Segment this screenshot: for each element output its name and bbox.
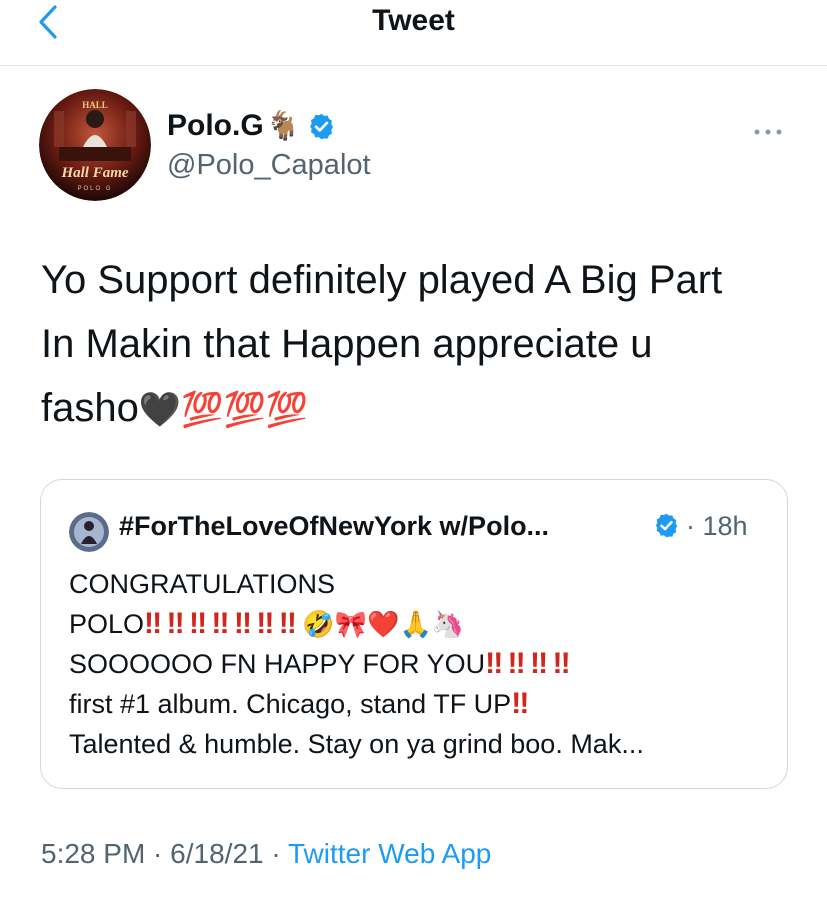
exclamation-emoji: ‼ ‼ ‼ ‼ ‼ ‼ ‼ <box>144 607 297 640</box>
svg-text:Hall Fame: Hall Fame <box>60 165 128 181</box>
meta-separator: · <box>263 838 288 869</box>
author-handle[interactable]: @Polo_Capalot <box>167 149 371 182</box>
tweet-text: Yo Support definitely played A Big Part … <box>41 248 811 442</box>
heart-hundred-emoji: 🖤💯💯💯 <box>138 391 309 429</box>
author-name[interactable]: Polo.G 🐐 <box>167 109 336 143</box>
svg-text:HALL: HALL <box>82 100 108 110</box>
exclamation-emoji: ‼ <box>511 687 529 720</box>
tweet-time: 5:28 PM <box>41 838 146 869</box>
tweet-line-text: fasho <box>41 386 139 430</box>
quote-line: SOOOOOO FN HAPPY FOR YOU‼ ‼ ‼ ‼ <box>69 644 769 684</box>
quote-line-text: CONGRATULATIONS <box>69 569 336 599</box>
exclamation-emoji: ‼ ‼ ‼ ‼ <box>485 647 570 680</box>
quote-avatar-image <box>69 512 109 552</box>
quote-line-text: Talented & humble. Stay on ya grind boo.… <box>69 729 644 759</box>
quoted-tweet[interactable]: #ForTheLoveOfNewYork w/Polo... · 18h CON… <box>40 479 788 789</box>
verified-badge-icon <box>309 113 333 139</box>
quote-text: CONGRATULATIONS POLO‼ ‼ ‼ ‼ ‼ ‼ ‼ 🤣🎀❤️🙏🦄… <box>69 564 769 764</box>
quote-line: CONGRATULATIONS <box>69 564 769 604</box>
avatar-image: HALL Hall Fame POLO G <box>39 89 151 201</box>
tweet-date: 6/18/21 <box>170 838 264 869</box>
quote-line: Talented & humble. Stay on ya grind boo.… <box>69 724 769 764</box>
page-title: Tweet <box>372 4 455 37</box>
quote-line-text: first #1 album. Chicago, stand TF UP <box>69 689 512 719</box>
author-avatar[interactable]: HALL Hall Fame POLO G <box>39 89 151 201</box>
quote-line: first #1 album. Chicago, stand TF UP‼ <box>69 684 769 724</box>
quote-line-text: SOOOOOO FN HAPPY FOR YOU <box>69 649 486 679</box>
tweet-line: fasho🖤💯💯💯 <box>41 376 811 442</box>
quote-line-text: POLO <box>69 609 145 639</box>
more-button[interactable] <box>753 113 783 144</box>
author-name-text: Polo.G <box>167 109 264 142</box>
quote-author-name: #ForTheLoveOfNewYork w/Polo... <box>119 511 550 541</box>
meta-separator: · <box>145 838 171 869</box>
reaction-emoji: 🤣🎀❤️🙏🦄 <box>302 609 465 639</box>
goat-emoji: 🐐 <box>265 110 301 141</box>
quote-timestamp: · 18h <box>686 511 748 541</box>
quote-line: POLO‼ ‼ ‼ ‼ ‼ ‼ ‼ 🤣🎀❤️🙏🦄 <box>69 604 769 644</box>
tweet-line: In Makin that Happen appreciate u <box>41 322 653 366</box>
tweet-meta: 5:28 PM · 6/18/21 · Twitter Web App <box>41 838 491 870</box>
verified-badge-icon <box>655 513 678 538</box>
tweet-line: Yo Support definitely played A Big Part <box>41 258 723 302</box>
top-bar: Tweet <box>0 0 827 66</box>
svg-text:POLO G: POLO G <box>77 186 112 192</box>
quote-avatar <box>69 512 109 552</box>
tweet-source-link[interactable]: Twitter Web App <box>288 838 491 869</box>
more-dots-icon <box>754 129 782 135</box>
